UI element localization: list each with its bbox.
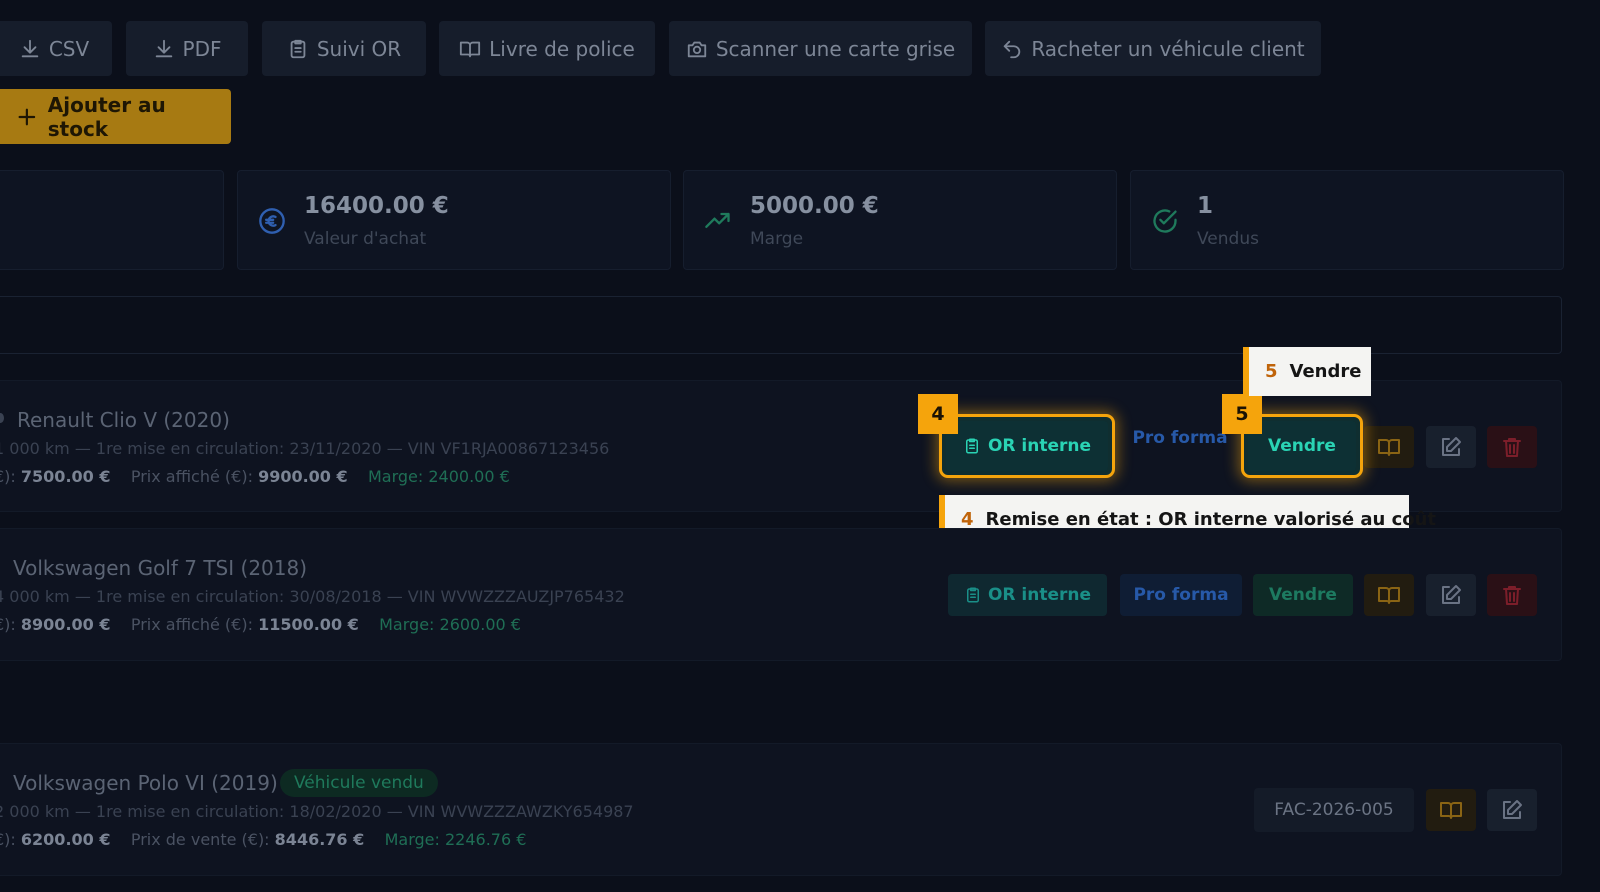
check-circle-icon [1153, 209, 1177, 233]
scanner-label: Scanner une carte grise [715, 36, 956, 61]
csv-button[interactable]: CSV [0, 21, 112, 76]
stat-card-purchase: 16400.00 € Valeur d'achat [237, 170, 671, 270]
scanner-button[interactable]: Scanner une carte grise [669, 21, 972, 76]
stat-value: 16400.00 € [304, 193, 449, 219]
stat-card-sold: 1 Vendus [1130, 170, 1564, 270]
vendre-button[interactable]: Vendre [1253, 574, 1353, 616]
livre-police-label: Livre de police [489, 36, 635, 61]
trash-icon [1503, 586, 1521, 605]
book-open-icon [1440, 802, 1462, 819]
vehicle-details: 1 000 km — 1re mise en circulation: 23/1… [0, 439, 610, 458]
edit-icon [1442, 437, 1461, 456]
clipboard-icon [290, 39, 306, 58]
search-input[interactable] [0, 296, 1562, 354]
trending-up-icon [705, 212, 730, 228]
book-open-icon [460, 41, 481, 57]
status-dot [0, 413, 4, 423]
step-5-badge: 5 [1222, 394, 1262, 434]
add-stock-button[interactable]: Ajouter au stock [0, 89, 231, 144]
clipboard-icon [966, 587, 979, 603]
invoice-badge[interactable]: FAC-2026-005 [1254, 788, 1414, 832]
police-book-button[interactable] [1364, 426, 1414, 468]
racheter-label: Racheter un véhicule client [1031, 36, 1305, 61]
edit-button[interactable] [1426, 574, 1476, 616]
book-open-icon [1378, 439, 1400, 456]
edit-icon [1442, 585, 1461, 604]
stat-value: 1 [1197, 193, 1214, 219]
vehicle-details: 4 000 km — 1re mise en circulation: 30/0… [0, 587, 625, 606]
step-5-tooltip: 5 Vendre [1243, 347, 1371, 396]
or-interne-button[interactable]: OR interne [948, 574, 1107, 616]
pdf-button[interactable]: PDF [126, 21, 248, 76]
euro-icon [259, 208, 285, 234]
vendre-label: Vendre [1268, 436, 1336, 456]
download-icon [21, 39, 39, 57]
camera-icon [687, 41, 706, 57]
vehicle-prices: €): 7500.00 € Prix affiché (€): 9900.00 … [0, 467, 510, 486]
delete-button[interactable] [1487, 426, 1537, 468]
stat-card-empty [0, 170, 224, 270]
book-open-icon [1378, 587, 1400, 604]
suivi-or-button[interactable]: Suivi OR [262, 21, 426, 76]
edit-icon [1503, 800, 1522, 819]
police-book-button[interactable] [1364, 574, 1414, 616]
pdf-label: PDF [182, 36, 222, 61]
trash-icon [1503, 438, 1521, 457]
status-badge: Véhicule vendu [280, 769, 438, 797]
undo-icon [1004, 40, 1021, 58]
or-interne-button[interactable]: OR interne [939, 414, 1115, 478]
stat-label: Vendus [1197, 229, 1259, 249]
clipboard-icon [965, 438, 978, 454]
pro-forma-button[interactable]: Pro forma [1120, 574, 1242, 616]
plus-icon [18, 108, 36, 125]
edit-button[interactable] [1487, 789, 1537, 831]
vehicle-details: 2 000 km — 1re mise en circulation: 18/0… [0, 802, 634, 821]
vehicle-title: Volkswagen Polo VI (2019) [13, 771, 278, 795]
suivi-or-label: Suivi OR [316, 36, 402, 61]
vehicle-prices: €): 6200.00 € Prix de vente (€): 8446.76… [0, 830, 527, 849]
vehicle-title: Volkswagen Golf 7 TSI (2018) [13, 556, 308, 580]
livre-police-button[interactable]: Livre de police [439, 21, 655, 76]
edit-button[interactable] [1426, 426, 1476, 468]
stat-label: Marge [750, 229, 804, 249]
csv-label: CSV [48, 36, 90, 61]
step-4-badge: 4 [918, 394, 958, 434]
police-book-button[interactable] [1426, 789, 1476, 831]
or-interne-label: OR interne [987, 436, 1092, 456]
vehicle-title: Renault Clio V (2020) [17, 408, 230, 432]
vehicle-card: Volkswagen Golf 7 TSI (2018) 4 000 km — … [0, 528, 1562, 661]
stat-value: 5000.00 € [750, 193, 879, 219]
racheter-button[interactable]: Racheter un véhicule client [985, 21, 1321, 76]
stat-card-margin: 5000.00 € Marge [683, 170, 1117, 270]
or-interne-label: OR interne [987, 585, 1092, 605]
download-icon [155, 39, 172, 57]
add-stock-label: Ajouter au stock [47, 92, 166, 141]
vehicle-card: Volkswagen Polo VI (2019) Véhicule vendu… [0, 743, 1562, 876]
vehicle-prices: €): 8900.00 € Prix affiché (€): 11500.00… [0, 615, 521, 634]
delete-button[interactable] [1487, 574, 1537, 616]
stat-label: Valeur d'achat [304, 229, 427, 249]
